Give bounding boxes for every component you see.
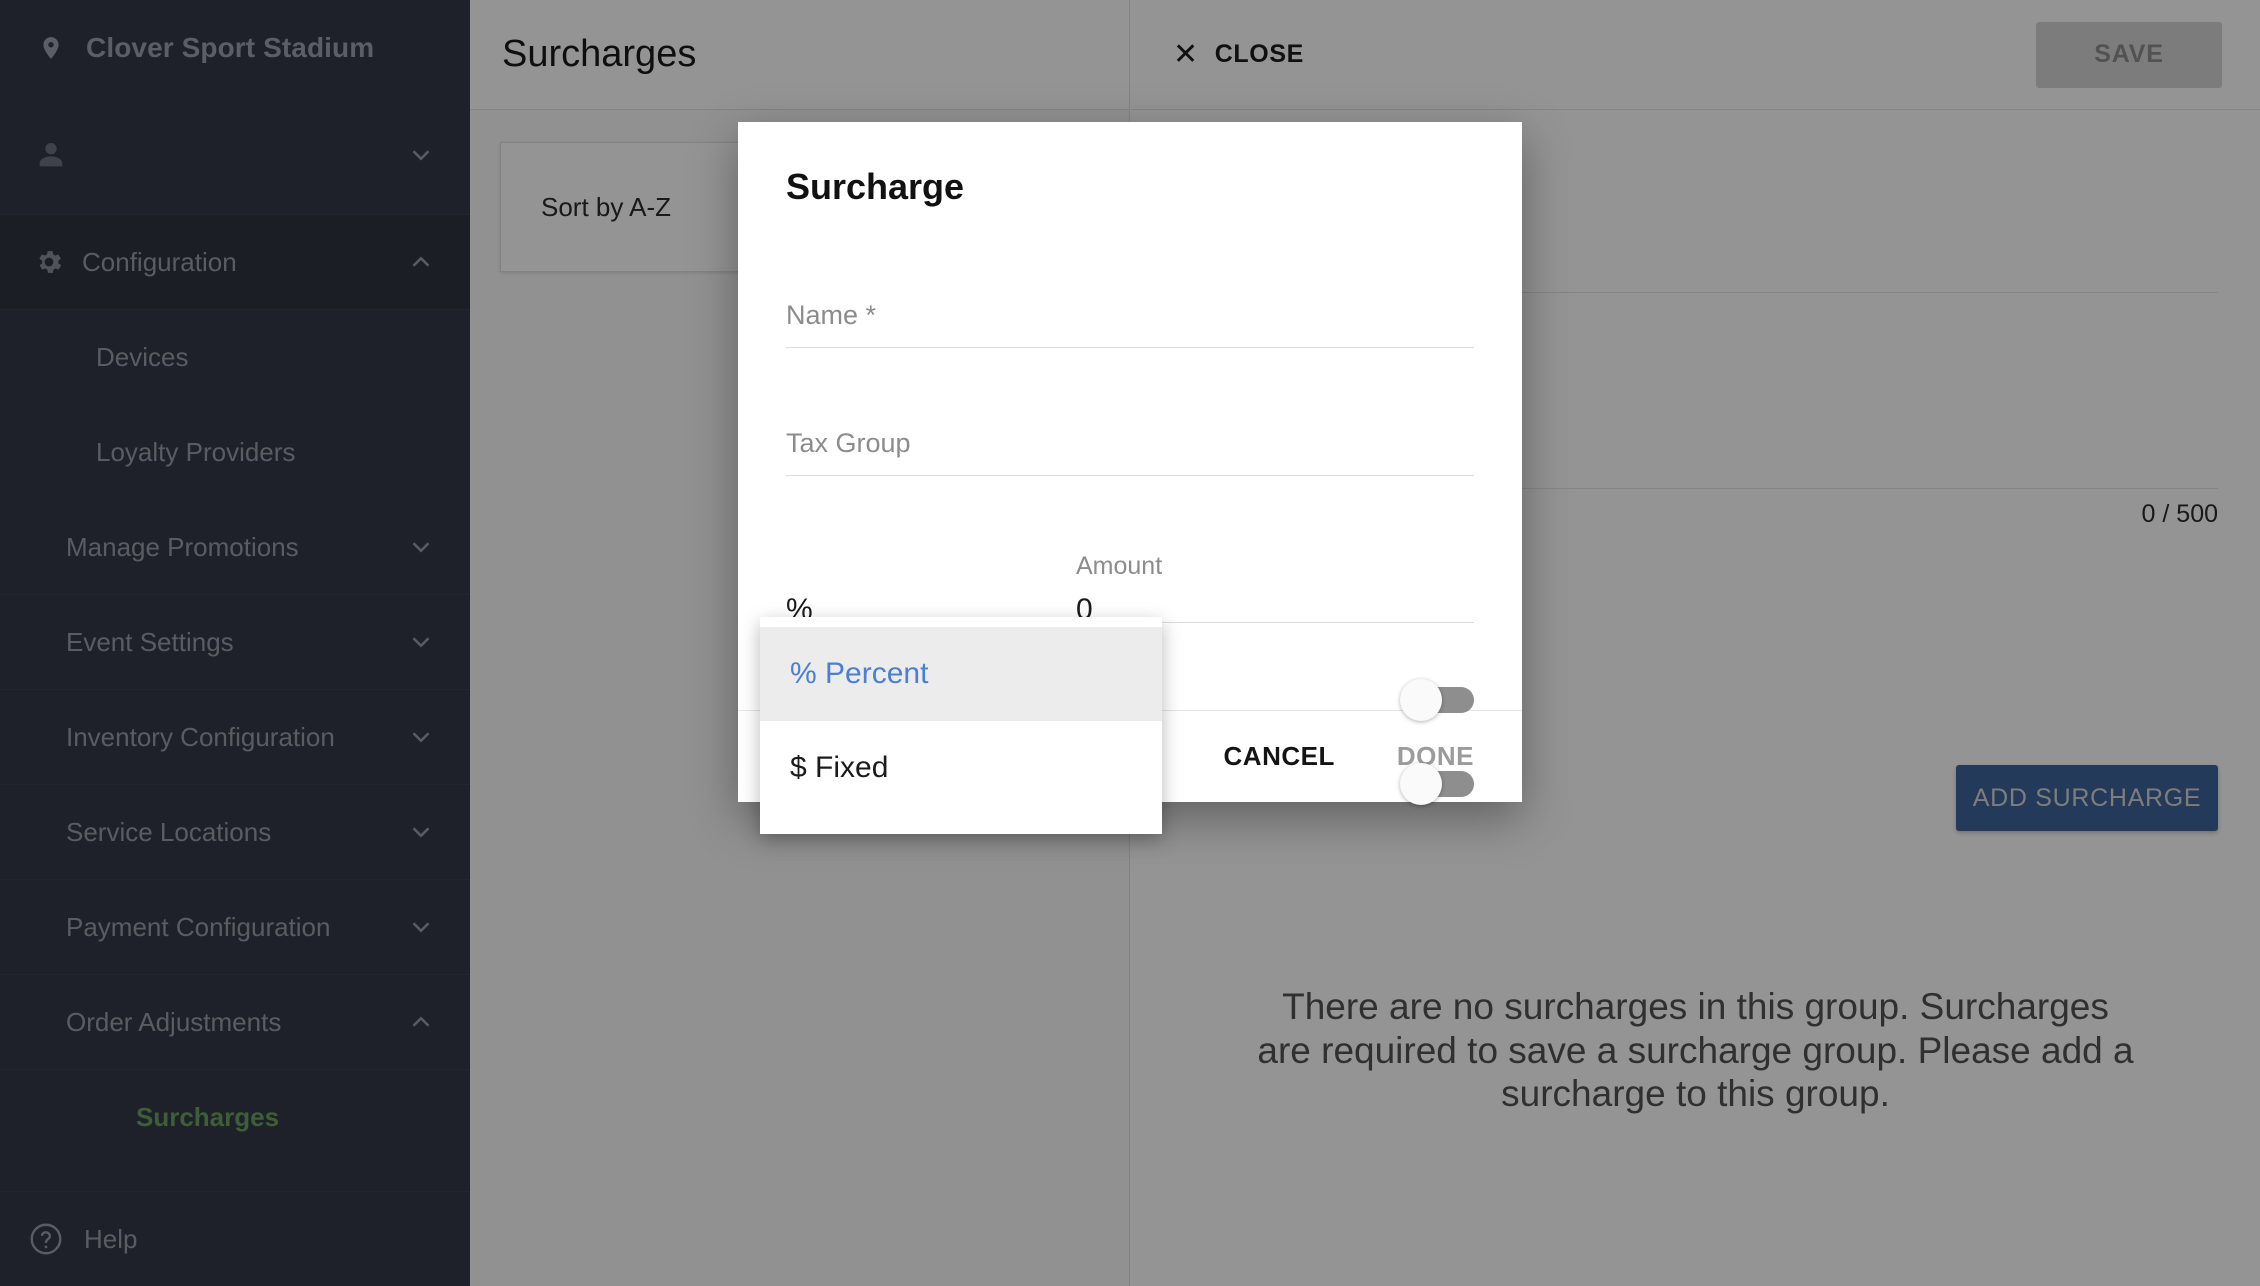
walk-up-toggle[interactable] — [1400, 762, 1474, 805]
dropdown-option-label: $ Fixed — [790, 751, 889, 784]
modal-title: Surcharge — [786, 166, 965, 207]
field-underline — [786, 475, 1474, 476]
toggle-knob — [1400, 678, 1442, 721]
tax-group-field-placeholder: Tax Group — [786, 428, 911, 458]
in-seat-toggle[interactable] — [1400, 678, 1474, 721]
amount-row: % Amount 0 — [786, 552, 1474, 627]
amount-field[interactable]: Amount 0 — [1076, 552, 1474, 627]
app-root: Clover Sport Stadium Configuration Devic… — [0, 0, 2260, 1286]
amount-label: Amount — [1076, 552, 1163, 580]
field-underline — [786, 347, 1474, 348]
dropdown-option-label: % Percent — [790, 657, 929, 690]
name-field-placeholder: Name * — [786, 300, 877, 330]
surcharge-type-dropdown: % Percent $ Fixed — [760, 617, 1162, 834]
dropdown-option-fixed[interactable]: $ Fixed — [760, 721, 1162, 815]
tax-group-field[interactable]: Tax Group — [786, 428, 1474, 476]
name-field[interactable]: Name * — [786, 300, 1474, 348]
dropdown-option-percent[interactable]: % Percent — [760, 627, 1162, 721]
toggle-knob — [1400, 762, 1442, 805]
